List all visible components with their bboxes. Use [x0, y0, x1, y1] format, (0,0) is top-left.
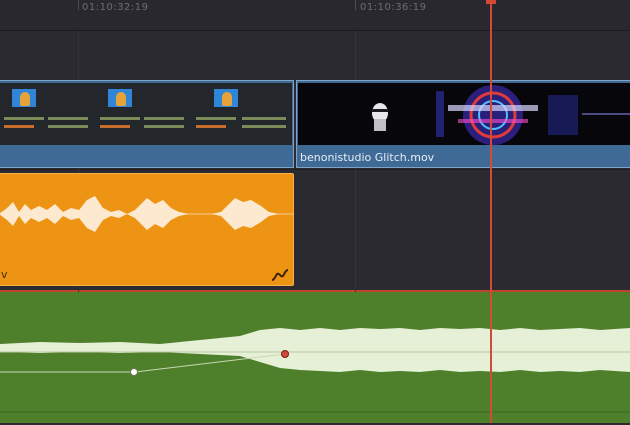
video-clip[interactable]: benonistudio Glitch.mov	[296, 80, 630, 168]
keyframe-icon[interactable]	[281, 350, 289, 358]
timeline-ruler[interactable]: 01:10:32:19 01:10:36:19	[0, 0, 630, 31]
curve-icon[interactable]	[271, 268, 289, 282]
audio-clip-label: v	[1, 268, 8, 281]
playhead[interactable]	[490, 0, 492, 423]
video-clip[interactable]	[0, 80, 294, 168]
keyframe-icon[interactable]	[130, 368, 138, 376]
music-waveform	[0, 328, 630, 413]
audio-waveform	[0, 196, 293, 232]
video-clip-label: benonistudio Glitch.mov	[300, 151, 435, 164]
ruler-timecode: 01:10:36:19	[360, 2, 427, 13]
ruler-timecode: 01:10:32:19	[82, 2, 149, 13]
glitch-thumbnail	[298, 83, 630, 145]
thumbnail-frame	[192, 83, 292, 145]
thumbnail-frame	[96, 83, 192, 145]
thumbnail-frame	[0, 83, 96, 145]
clip-thumbnails	[0, 83, 292, 145]
ruler-tick	[78, 0, 79, 10]
ruler-tick	[355, 0, 356, 10]
music-audio-clip[interactable]	[0, 292, 630, 423]
audio-clip[interactable]: v	[0, 173, 294, 286]
clip-thumbnails	[298, 83, 630, 145]
